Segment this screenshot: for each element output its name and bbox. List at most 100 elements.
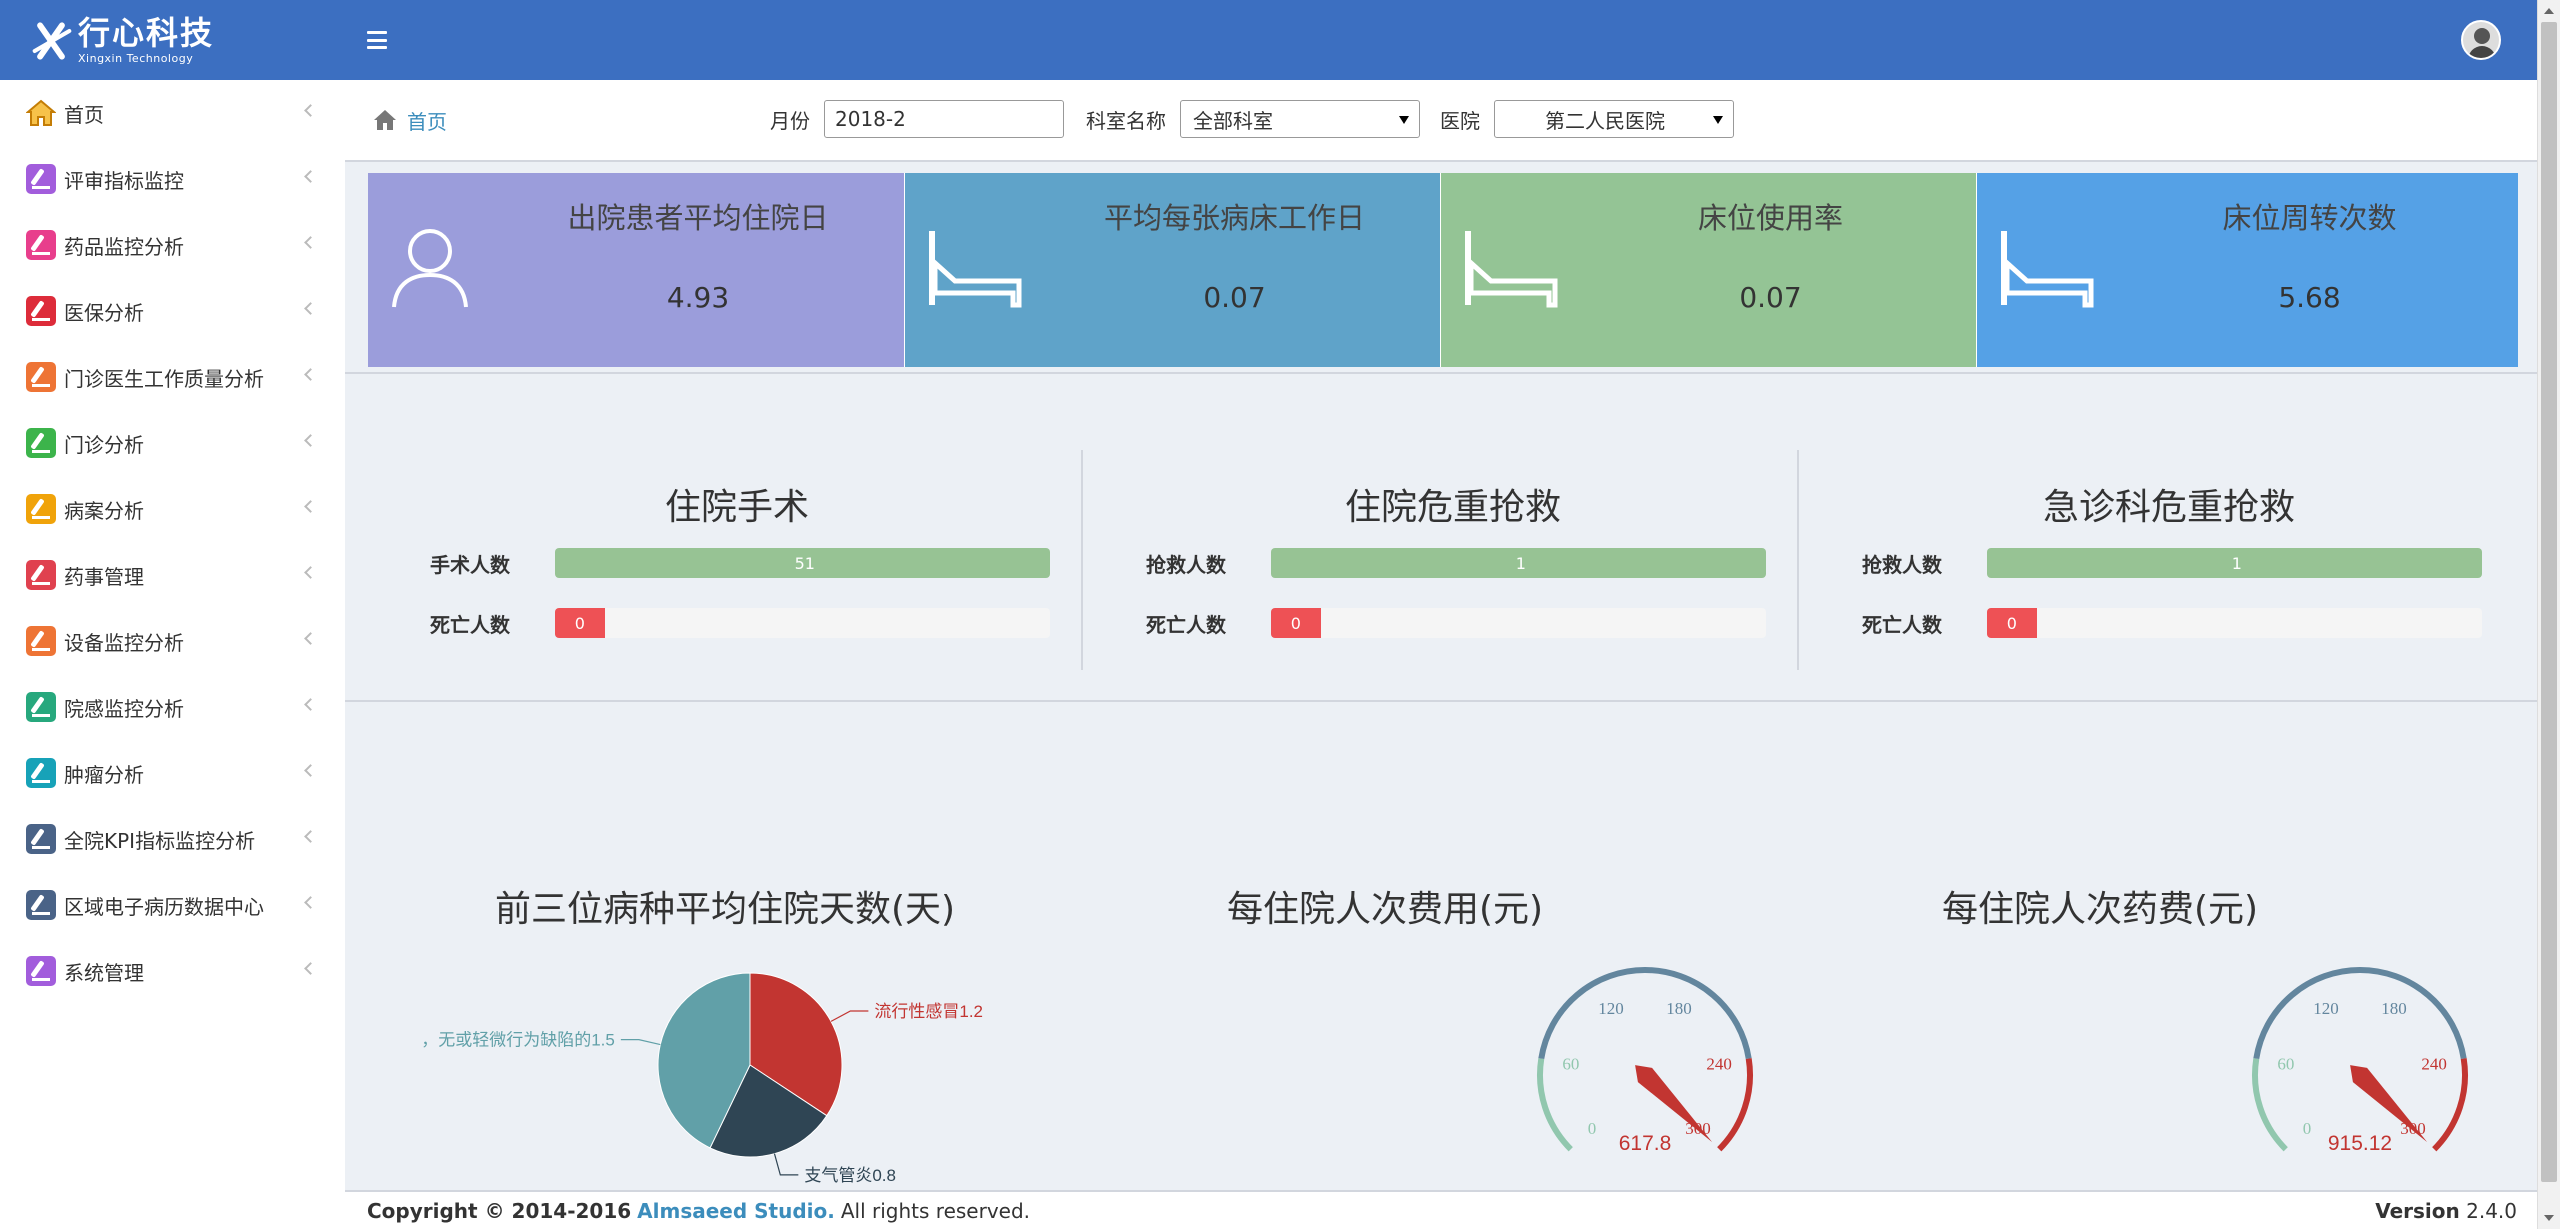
gauge-needle: [1635, 1065, 1713, 1143]
sidebar-item-9[interactable]: 院感监控分析: [0, 674, 345, 740]
pie-label-line: [773, 1153, 799, 1176]
sidebar-item-1[interactable]: 评审指标监控: [0, 146, 345, 212]
count-row: 手术人数 51: [430, 548, 1050, 578]
edit-icon: [26, 296, 56, 326]
sidebar-item-0[interactable]: 首页: [0, 80, 345, 146]
sidebar-item-label: 设备监控分析: [64, 630, 184, 655]
death-label: 死亡人数: [1146, 612, 1226, 637]
breadcrumb[interactable]: 首页: [373, 106, 447, 135]
top-navbar: 行心科技 Xingxin Technology: [0, 0, 2537, 80]
pie-slice-label: ，无或轻微行为缺陷的1.5: [421, 1031, 615, 1050]
death-progress: 0: [554, 608, 1050, 638]
death-row: 死亡人数 0: [1146, 608, 1766, 638]
rescue-panels: 住院手术 手术人数 51 死亡人数 0 住院危重抢救 抢救人数 1 死亡人数 0 急诊科危重抢救 抢救…: [345, 450, 2537, 750]
sidebar-item-6[interactable]: 病案分析: [0, 476, 345, 542]
chevron-left-icon: [304, 632, 317, 645]
sidebar-item-5[interactable]: 门诊分析: [0, 410, 345, 476]
stat-value: 0.07: [1203, 281, 1266, 314]
chevron-left-icon: [304, 566, 317, 579]
divider: [345, 372, 2537, 374]
death-label: 死亡人数: [430, 612, 510, 637]
sidebar-item-8[interactable]: 设备监控分析: [0, 608, 345, 674]
sidebar-item-3[interactable]: 医保分析: [0, 278, 345, 344]
footer-rights: All rights reserved.: [840, 1198, 1031, 1223]
main-content: 首页 月份 2018-2 科室名称 全部科室 医院 第二人民医院 出院患者平均住…: [345, 80, 2537, 1229]
edit-icon: [26, 560, 56, 590]
sidebar-item-13[interactable]: 系统管理: [0, 938, 345, 1004]
sidebar-item-label: 医保分析: [64, 300, 144, 325]
breadcrumb-home-link[interactable]: 首页: [407, 106, 447, 135]
chevron-left-icon: [304, 962, 317, 975]
footer-version: 2.4.0: [2466, 1198, 2517, 1223]
stat-card: 床位周转次数 5.68: [1976, 173, 2518, 367]
sidebar-item-11[interactable]: 全院KPI指标监控分析: [0, 806, 345, 872]
count-row: 抢救人数 1: [1146, 548, 1766, 578]
sidebar-item-4[interactable]: 门诊医生工作质量分析: [0, 344, 345, 410]
stat-value: 4.93: [666, 281, 730, 314]
footer-copyright: Copyright © 2014-2016: [367, 1198, 632, 1223]
edit-icon: [26, 428, 56, 458]
stat-cards: 出院患者平均住院日 4.93 平均每张病床工作日 0.07 床位使用率 0.07 床位周转次…: [368, 173, 2518, 367]
stat-card: 出院患者平均住院日 4.93: [368, 173, 904, 367]
user-avatar[interactable]: [2461, 20, 2501, 60]
hospital-select[interactable]: 第二人民医院: [1494, 100, 1734, 138]
edit-icon: [26, 890, 56, 920]
gauge-tick-label: 120: [2313, 999, 2339, 1018]
footer-studio-link[interactable]: Almsaeed Studio.: [637, 1199, 835, 1223]
brand-name: 行心科技: [78, 13, 215, 52]
sidebar-toggle-menu-icon[interactable]: [367, 31, 387, 49]
home-icon: [374, 110, 396, 130]
edit-icon: [26, 230, 56, 260]
logo[interactable]: 行心科技 Xingxin Technology: [0, 0, 345, 80]
gauge-arc: [2253, 967, 2467, 1060]
sidebar-item-label: 药品监控分析: [64, 234, 184, 259]
sidebar-item-7[interactable]: 药事管理: [0, 542, 345, 608]
gauge-tick-label: 180: [2381, 999, 2407, 1018]
dept-label: 科室名称: [1086, 108, 1166, 133]
gauge-tick-label: 60: [2277, 1054, 2294, 1073]
gauge-tick-label: 0: [2303, 1119, 2312, 1138]
stat-value: 5.68: [2278, 281, 2341, 314]
gauge-tick-label: 240: [2421, 1054, 2447, 1073]
scroll-up-arrow-icon[interactable]: [2544, 8, 2554, 14]
sidebar-item-label: 院感监控分析: [64, 696, 184, 721]
edit-icon: [26, 956, 56, 986]
filters: 月份 2018-2 科室名称 全部科室 医院 第二人民医院: [770, 100, 1754, 138]
gauge-tick-label: 240: [1706, 1054, 1732, 1073]
dept-select[interactable]: 全部科室: [1180, 100, 1420, 138]
sidebar-item-10[interactable]: 肿瘤分析: [0, 740, 345, 806]
divider: [345, 700, 2537, 702]
sidebar-item-label: 病案分析: [64, 498, 144, 523]
sidebar-item-2[interactable]: 药品监控分析: [0, 212, 345, 278]
gauge-tick-label: 60: [1562, 1054, 1579, 1073]
gauge-arc: [1538, 967, 1752, 1060]
scrollbar-thumb[interactable]: [2541, 22, 2557, 1182]
brand-subtitle: Xingxin Technology: [78, 51, 194, 65]
count-progress: 1: [1270, 548, 1766, 578]
sidebar-item-label: 门诊医生工作质量分析: [64, 366, 264, 391]
stat-card: 平均每张病床工作日 0.07: [904, 173, 1440, 367]
pie-chart[interactable]: 流行性感冒1.2 支气管炎0.8 ，无或轻微行为缺陷的1.5: [365, 940, 1065, 1220]
month-input[interactable]: 2018-2: [824, 100, 1064, 138]
edit-icon: [26, 758, 56, 788]
count-label: 手术人数: [430, 552, 510, 577]
chevron-left-icon: [304, 302, 317, 315]
scroll-down-arrow-icon[interactable]: [2544, 1215, 2554, 1221]
sidebar-item-12[interactable]: 区域电子病历数据中心: [0, 872, 345, 938]
gauge-value: 915.12: [2328, 1132, 2392, 1155]
death-row: 死亡人数 0: [1862, 608, 2482, 638]
page-scrollbar[interactable]: [2537, 0, 2560, 1229]
count-progress: 51: [554, 548, 1050, 578]
stat-card: 床位使用率 0.07: [1440, 173, 1976, 367]
gauge-tick-label: 180: [1666, 999, 1692, 1018]
count-progress-bar: 1: [1986, 548, 2482, 578]
edit-icon: [26, 824, 56, 854]
death-progress-bar: 0: [1986, 608, 2037, 638]
edit-icon: [26, 494, 56, 524]
sidebar: 首页 评审指标监控药品监控分析 医保分析门诊医生工作质量分析门诊分析病案分析药事管理…: [0, 80, 345, 1229]
chevron-left-icon: [304, 500, 317, 513]
chevron-left-icon: [304, 104, 317, 117]
home-icon: [25, 98, 57, 128]
month-label: 月份: [770, 108, 810, 133]
pie-slice-label: 支气管炎0.8: [804, 1166, 896, 1185]
